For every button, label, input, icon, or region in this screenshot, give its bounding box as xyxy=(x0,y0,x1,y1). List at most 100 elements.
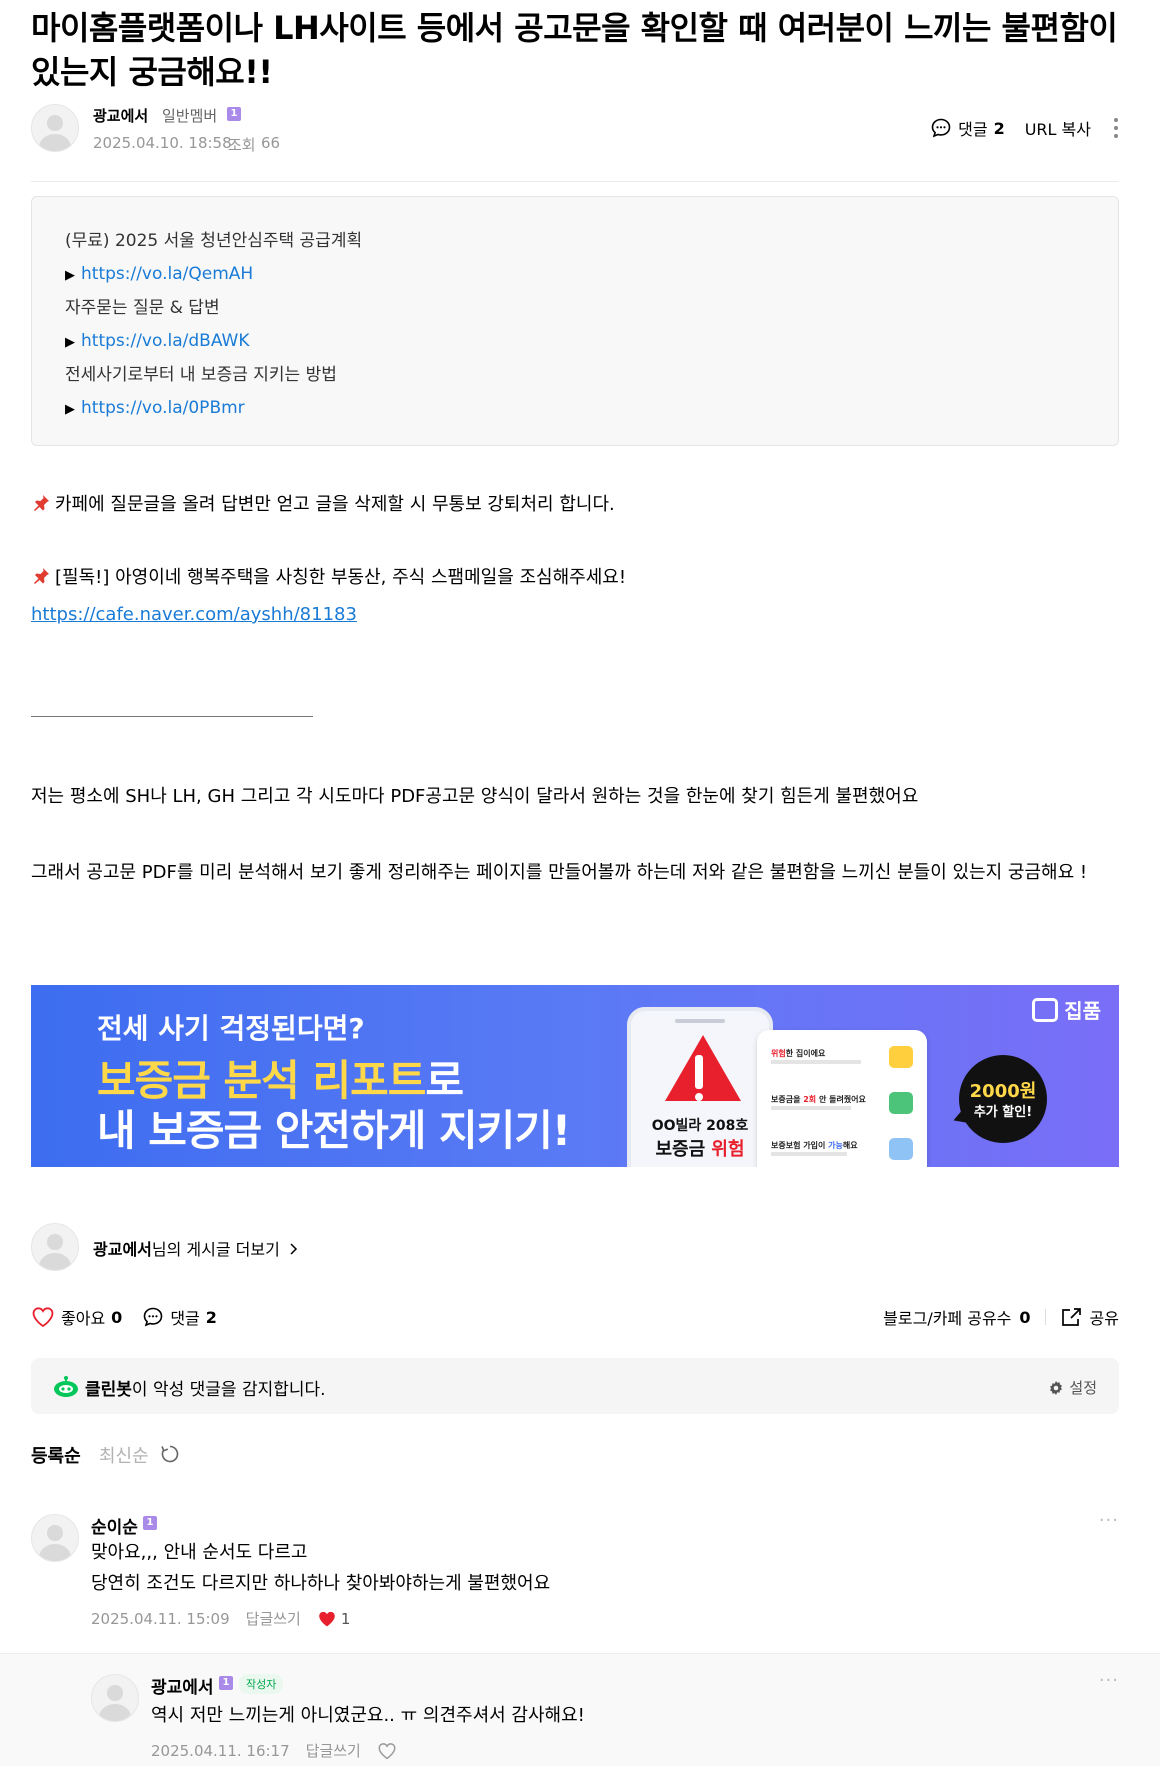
level-badge: 1 xyxy=(219,1676,233,1690)
card-row-2-sub xyxy=(771,1106,851,1110)
sort-registered[interactable]: 등록순 xyxy=(31,1442,81,1468)
bullet-icon: ▶ xyxy=(65,401,75,417)
comment-like-button[interactable]: 1 xyxy=(317,1609,351,1628)
card-row-1: 위험한 집이에요 xyxy=(771,1048,825,1059)
ad-banner[interactable]: 전세 사기 걱정된다면? 보증금 분석 리포트로 내 보증금 안전하게 지키기!… xyxy=(31,985,1119,1167)
phone-risk-word: 위험 xyxy=(711,1139,745,1160)
comment-link[interactable]: 댓글 2 xyxy=(930,116,1005,140)
cleanbot-name: 클린봇 xyxy=(85,1380,132,1400)
heart-icon xyxy=(32,1307,54,1328)
card-row-1-red: 위험 xyxy=(771,1049,786,1058)
more-posts-suffix: 님의 게시글 더보기 xyxy=(151,1240,280,1259)
cleanbot-settings-button[interactable]: 설정 xyxy=(1048,1377,1097,1398)
commenter-name[interactable]: 순이순 xyxy=(91,1513,138,1538)
notice-2: [필독!] 아영이네 행복주택을 사칭한 부동산, 주식 스팸메일을 조심해주세… xyxy=(31,560,1119,595)
level-badge: 1 xyxy=(227,107,241,121)
share-separator xyxy=(1044,1309,1046,1325)
reply-like-button[interactable] xyxy=(377,1742,397,1760)
pushpin-icon xyxy=(31,494,51,515)
more-posts-avatar[interactable] xyxy=(31,1223,79,1271)
more-posts-author: 광교에서 xyxy=(93,1240,152,1259)
refresh-icon[interactable] xyxy=(159,1443,181,1465)
phone-risk: 보증금 위험 xyxy=(631,1135,769,1161)
like-button[interactable]: 좋아요 0 xyxy=(31,1305,122,1329)
replier-avatar[interactable] xyxy=(91,1674,139,1722)
like-count: 0 xyxy=(111,1307,123,1327)
url-copy-button[interactable]: URL 복사 xyxy=(1025,116,1091,140)
info-link-3[interactable]: https://vo.la/0PBmr xyxy=(81,398,245,418)
gear-icon xyxy=(1050,1380,1063,1395)
reply-text: 역시 저만 느끼는게 아니였군요.. ㅠ 의견주셔서 감사해요! xyxy=(151,1705,585,1726)
card-row-3: 보증보험 가입이 가능해요 xyxy=(771,1140,858,1151)
card-row-3-prefix: 보증보험 가입이 xyxy=(771,1141,829,1150)
phone-illustration: OO빌라 208호 보증금 위험 xyxy=(627,1007,773,1167)
author-name[interactable]: 광교에서 xyxy=(93,105,148,126)
warning-mark xyxy=(695,1055,703,1089)
reply-button[interactable]: 답글쓰기 xyxy=(246,1608,301,1629)
phone-notch xyxy=(675,1019,725,1023)
commenter-avatar[interactable] xyxy=(31,1514,79,1562)
views-count: 66 xyxy=(261,134,281,152)
replier-name[interactable]: 광교에서 xyxy=(151,1673,214,1698)
brand-name: 집품 xyxy=(1064,999,1101,1023)
heart-filled-icon xyxy=(319,1611,335,1626)
reply-more-button[interactable]: ··· xyxy=(1099,1670,1119,1691)
bullet-icon: ▶ xyxy=(65,334,75,350)
reply-meta: 2025.04.11. 16:17 답글쓰기 xyxy=(151,1740,397,1761)
comment-button[interactable]: 댓글 2 xyxy=(142,1305,217,1329)
share-count: 0 xyxy=(1019,1307,1031,1327)
header-divider xyxy=(31,181,1119,182)
house-logo-icon xyxy=(1032,997,1059,1022)
money-icon xyxy=(889,1092,913,1114)
info-link-1[interactable]: https://vo.la/QemAH xyxy=(81,264,253,284)
post-title: 마이홈플랫폼이나 LH사이트 등에서 공고문을 확인할 때 여러분이 느끼는 불… xyxy=(31,9,1118,91)
separator-line xyxy=(31,716,313,717)
report-card-illustration: 위험한 집이에요 보증금을 2회 안 돌려줬어요 보증보험 가입이 가능해요 xyxy=(757,1030,927,1167)
author-avatar[interactable] xyxy=(31,104,79,152)
author-tag: 작성자 xyxy=(239,1674,284,1694)
cleanbot-bar: 클린봇이 악성 댓글을 감지합니다. 설정 xyxy=(31,1358,1119,1414)
banner-headline-2: 내 보증금 안전하게 지키기! xyxy=(97,1106,571,1155)
comment-line-2: 당연히 조건도 다르지만 하나하나 찾아봐야하는게 불편했어요 xyxy=(91,1573,551,1594)
heart-icon xyxy=(378,1742,396,1759)
reaction-bar: 좋아요 0 댓글 2 xyxy=(31,1305,237,1329)
post-date: 2025.04.10. 18:58 xyxy=(93,134,232,152)
info-line-2: 자주묻는 질문 & 답변 xyxy=(65,298,220,318)
more-menu-button[interactable] xyxy=(1113,117,1119,139)
card-row-2: 보증금을 2회 안 돌려줬어요 xyxy=(771,1094,866,1105)
comment-meta: 2025.04.11. 15:09 답글쓰기 1 xyxy=(91,1608,350,1629)
reply-button[interactable]: 답글쓰기 xyxy=(306,1740,361,1761)
sale-bubble: 2000원 추가 할인! xyxy=(959,1055,1047,1143)
share-button[interactable]: 공유 xyxy=(1060,1305,1119,1329)
cleanbot-text: 클린봇이 악성 댓글을 감지합니다. xyxy=(85,1375,326,1400)
warning-dot xyxy=(695,1093,703,1101)
info-link-2[interactable]: https://vo.la/dBAWK xyxy=(81,331,249,351)
comment-count: 2 xyxy=(205,1307,217,1327)
bullet-icon: ▶ xyxy=(65,267,75,283)
more-posts-link[interactable]: 광교에서님의 게시글 더보기 xyxy=(93,1236,298,1260)
cleanbot-icon xyxy=(54,1376,78,1397)
notice-2-link[interactable]: https://cafe.naver.com/ayshh/81183 xyxy=(31,604,357,625)
info-box: (무료) 2025 서울 청년안심주택 공급계획 ▶ https://vo.la/… xyxy=(31,196,1119,446)
like-label: 좋아요 xyxy=(61,1309,106,1328)
notice-2-text: [필독!] 아영이네 행복주택을 사칭한 부동산, 주식 스팸메일을 조심해주세… xyxy=(55,567,627,588)
sale-text: 추가 할인! xyxy=(973,1105,1033,1120)
share-count-label: 블로그/카페 공유수 xyxy=(883,1309,1012,1328)
notice-1: 카페에 질문글을 올려 답변만 얻고 글을 삭제할 시 무통보 강퇴처리 합니다… xyxy=(31,487,1119,522)
comment-label: 댓글 xyxy=(170,1309,200,1328)
share-label: 공유 xyxy=(1089,1309,1119,1328)
comment-like-count: 1 xyxy=(340,1609,351,1628)
card-row-2-prefix: 보증금을 xyxy=(771,1095,804,1104)
comment-text: 맞아요,,, 안내 순서도 다르고 당연히 조건도 다르지만 하나하나 찾아봐야… xyxy=(91,1537,550,1599)
comment-more-button[interactable]: ··· xyxy=(1099,1510,1119,1531)
share-icon xyxy=(1061,1308,1081,1326)
info-line-1: (무료) 2025 서울 청년안심주택 공급계획 xyxy=(65,231,363,251)
sort-latest[interactable]: 최신순 xyxy=(99,1442,149,1468)
reply-divider xyxy=(0,1653,1160,1654)
level-badge: 1 xyxy=(143,1516,157,1530)
notice-2-link-row: https://cafe.naver.com/ayshh/81183 xyxy=(31,597,1119,632)
info-link-row-3: ▶ https://vo.la/0PBmr xyxy=(65,392,1085,427)
warning-icon xyxy=(665,1035,741,1101)
reply-date: 2025.04.11. 16:17 xyxy=(151,1741,290,1760)
cleanbot-desc: 이 악성 댓글을 감지합니다. xyxy=(131,1380,326,1400)
